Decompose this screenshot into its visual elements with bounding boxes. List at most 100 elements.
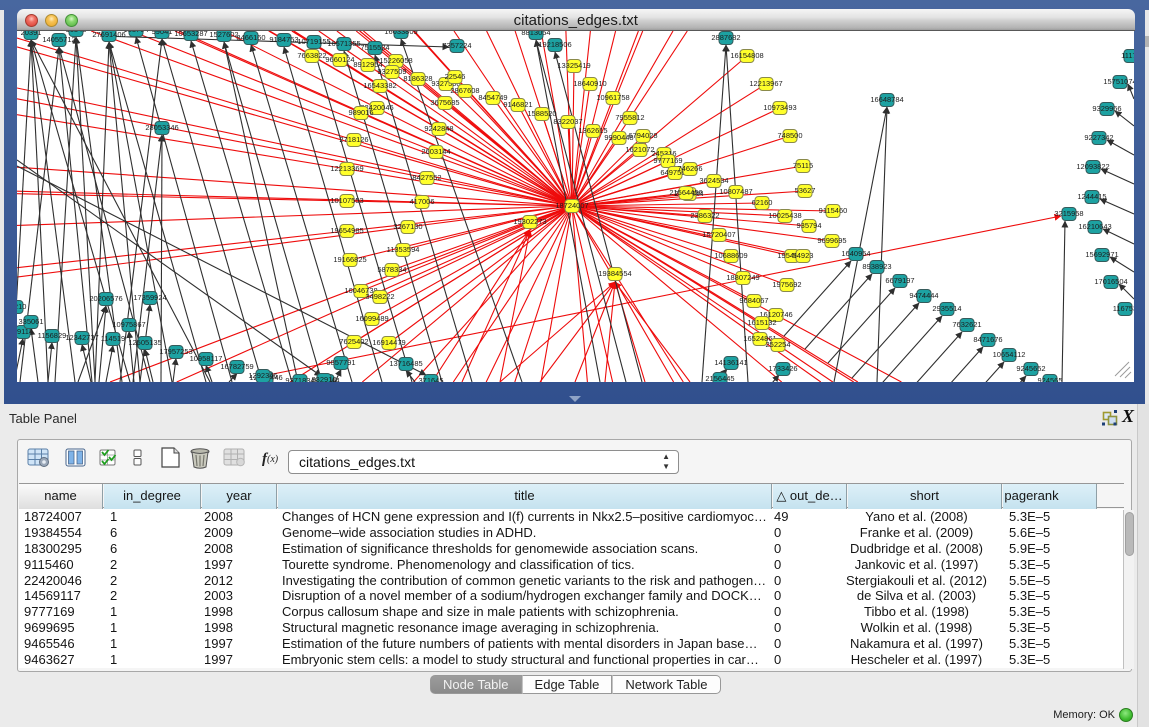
svg-text:18640910: 18640910 xyxy=(573,79,606,88)
svg-text:8322037: 8322037 xyxy=(553,117,582,126)
svg-text:989016: 989016 xyxy=(348,108,373,117)
svg-text:10107553: 10107553 xyxy=(330,196,363,205)
svg-text:9660124: 9660124 xyxy=(325,55,354,64)
svg-text:3675685: 3675685 xyxy=(430,98,459,107)
svg-text:19654985: 19654985 xyxy=(330,226,363,235)
svg-text:10688609: 10688609 xyxy=(714,251,747,260)
svg-text:9184753: 9184753 xyxy=(269,35,298,44)
svg-text:12093822: 12093822 xyxy=(1076,162,1109,171)
svg-text:16210643: 16210643 xyxy=(1078,222,1111,231)
svg-text:15226058: 15226058 xyxy=(379,56,412,65)
svg-text:15751074: 15751074 xyxy=(1103,77,1134,86)
svg-text:1244415: 1244415 xyxy=(1077,192,1106,201)
svg-text:3498222: 3498222 xyxy=(365,292,394,301)
svg-text:17016504: 17016504 xyxy=(1094,277,1127,286)
svg-text:1156829: 1156829 xyxy=(38,331,67,340)
svg-text:16914479: 16914479 xyxy=(372,338,405,347)
svg-text:10975867: 10975867 xyxy=(112,320,145,329)
svg-text:16571355: 16571355 xyxy=(327,39,360,48)
svg-text:832910: 832910 xyxy=(311,375,336,382)
svg-text:11353594: 11353594 xyxy=(387,245,420,254)
svg-text:10961758: 10961758 xyxy=(596,93,629,102)
svg-text:2867608: 2867608 xyxy=(450,86,479,95)
svg-text:(x): (x) xyxy=(267,454,279,465)
svg-text:17957253: 17957253 xyxy=(159,347,192,356)
svg-text:1640954: 1640954 xyxy=(841,249,870,258)
svg-text:7515524: 7515524 xyxy=(360,43,389,52)
svg-text:746266: 746266 xyxy=(677,164,702,173)
svg-text:748500: 748500 xyxy=(777,131,802,140)
svg-text:19218506: 19218506 xyxy=(538,40,571,49)
svg-text:12342737: 12342737 xyxy=(65,333,98,342)
svg-text:16543382: 16543382 xyxy=(363,81,396,90)
svg-text:12213967: 12213967 xyxy=(749,79,782,88)
svg-text:8938923: 8938923 xyxy=(862,262,891,271)
svg-text:22546: 22546 xyxy=(445,72,466,81)
svg-text:6679197: 6679197 xyxy=(885,276,914,285)
svg-text:7357224: 7357224 xyxy=(442,41,471,50)
svg-text:19302273: 19302273 xyxy=(513,217,546,226)
svg-text:13716485: 13716485 xyxy=(389,359,422,368)
svg-text:10958117: 10958117 xyxy=(190,354,223,363)
svg-text:2603144: 2603144 xyxy=(421,147,450,156)
svg-text:27691406: 27691406 xyxy=(92,31,125,39)
svg-text:9684067: 9684067 xyxy=(739,296,768,305)
svg-text:935794: 935794 xyxy=(796,221,821,230)
svg-text:9227342: 9227342 xyxy=(1084,133,1113,142)
svg-text:8471676: 8471676 xyxy=(973,335,1002,344)
svg-text:9474444: 9474444 xyxy=(909,291,938,300)
svg-text:10807487: 10807487 xyxy=(719,187,752,196)
svg-text:10025438: 10025438 xyxy=(768,211,801,220)
svg-text:3267130: 3267130 xyxy=(393,222,422,231)
svg-text:17359924: 17359924 xyxy=(133,293,166,302)
svg-text:12213369: 12213369 xyxy=(330,164,363,173)
svg-text:7632621: 7632621 xyxy=(952,320,981,329)
svg-text:53627: 53627 xyxy=(795,186,816,195)
svg-text:12505135: 12505135 xyxy=(128,338,161,347)
svg-text:18807249: 18807249 xyxy=(726,273,759,282)
svg-text:2156445: 2156445 xyxy=(705,374,734,382)
svg-text:9245652: 9245652 xyxy=(1016,364,1045,373)
svg-text:11172: 11172 xyxy=(1121,51,1134,60)
svg-text:16648784: 16648784 xyxy=(870,95,903,104)
svg-text:114519: 114519 xyxy=(101,334,125,343)
svg-text:417006: 417006 xyxy=(409,197,434,206)
svg-text:8813054: 8813054 xyxy=(521,31,550,37)
svg-text:16154808: 16154808 xyxy=(730,51,763,60)
svg-text:1733426: 1733426 xyxy=(768,364,797,373)
svg-text:19166825: 19166825 xyxy=(333,255,366,264)
svg-text:8186328: 8186328 xyxy=(403,74,432,83)
svg-text:2935514: 2935514 xyxy=(932,304,961,313)
svg-text:1362615: 1362615 xyxy=(578,126,607,135)
svg-text:9146821: 9146821 xyxy=(503,100,532,109)
svg-text:54923: 54923 xyxy=(793,251,814,260)
svg-text:371645: 371645 xyxy=(418,376,443,382)
svg-text:9242848: 9242848 xyxy=(424,124,453,133)
svg-text:8427552: 8427552 xyxy=(412,173,441,182)
svg-text:335061: 335061 xyxy=(18,317,43,326)
svg-text:14136141: 14136141 xyxy=(714,358,747,367)
svg-text:99041: 99041 xyxy=(152,31,173,36)
svg-text:1615132: 1615132 xyxy=(747,318,776,327)
svg-text:13325419: 13325419 xyxy=(557,61,590,70)
svg-text:10653287: 10653287 xyxy=(174,31,207,38)
svg-text:21564456: 21564456 xyxy=(669,188,702,197)
svg-text:15692971: 15692971 xyxy=(1085,250,1118,259)
svg-text:9371834: 9371834 xyxy=(285,376,314,382)
svg-text:62160: 62160 xyxy=(752,198,773,207)
svg-text:2386322: 2386322 xyxy=(690,211,719,220)
svg-text:9857791: 9857791 xyxy=(326,358,355,367)
svg-text:8466160: 8466160 xyxy=(236,33,265,42)
svg-text:9329966: 9329966 xyxy=(1092,104,1121,113)
svg-text:9327509: 9327509 xyxy=(377,67,406,76)
svg-text:1292346: 1292346 xyxy=(248,371,277,380)
svg-text:28053346: 28053346 xyxy=(145,123,178,132)
svg-text:3215958: 3215958 xyxy=(1054,209,1083,218)
svg-text:2887682: 2887682 xyxy=(711,33,740,42)
svg-text:3624534: 3624534 xyxy=(699,176,728,185)
svg-text:10719155: 10719155 xyxy=(297,37,330,46)
svg-text:6794028: 6794028 xyxy=(628,131,657,140)
svg-text:19384554: 19384554 xyxy=(598,269,631,278)
svg-text:16033809: 16033809 xyxy=(384,31,417,36)
svg-text:16099489: 16099489 xyxy=(355,314,388,323)
